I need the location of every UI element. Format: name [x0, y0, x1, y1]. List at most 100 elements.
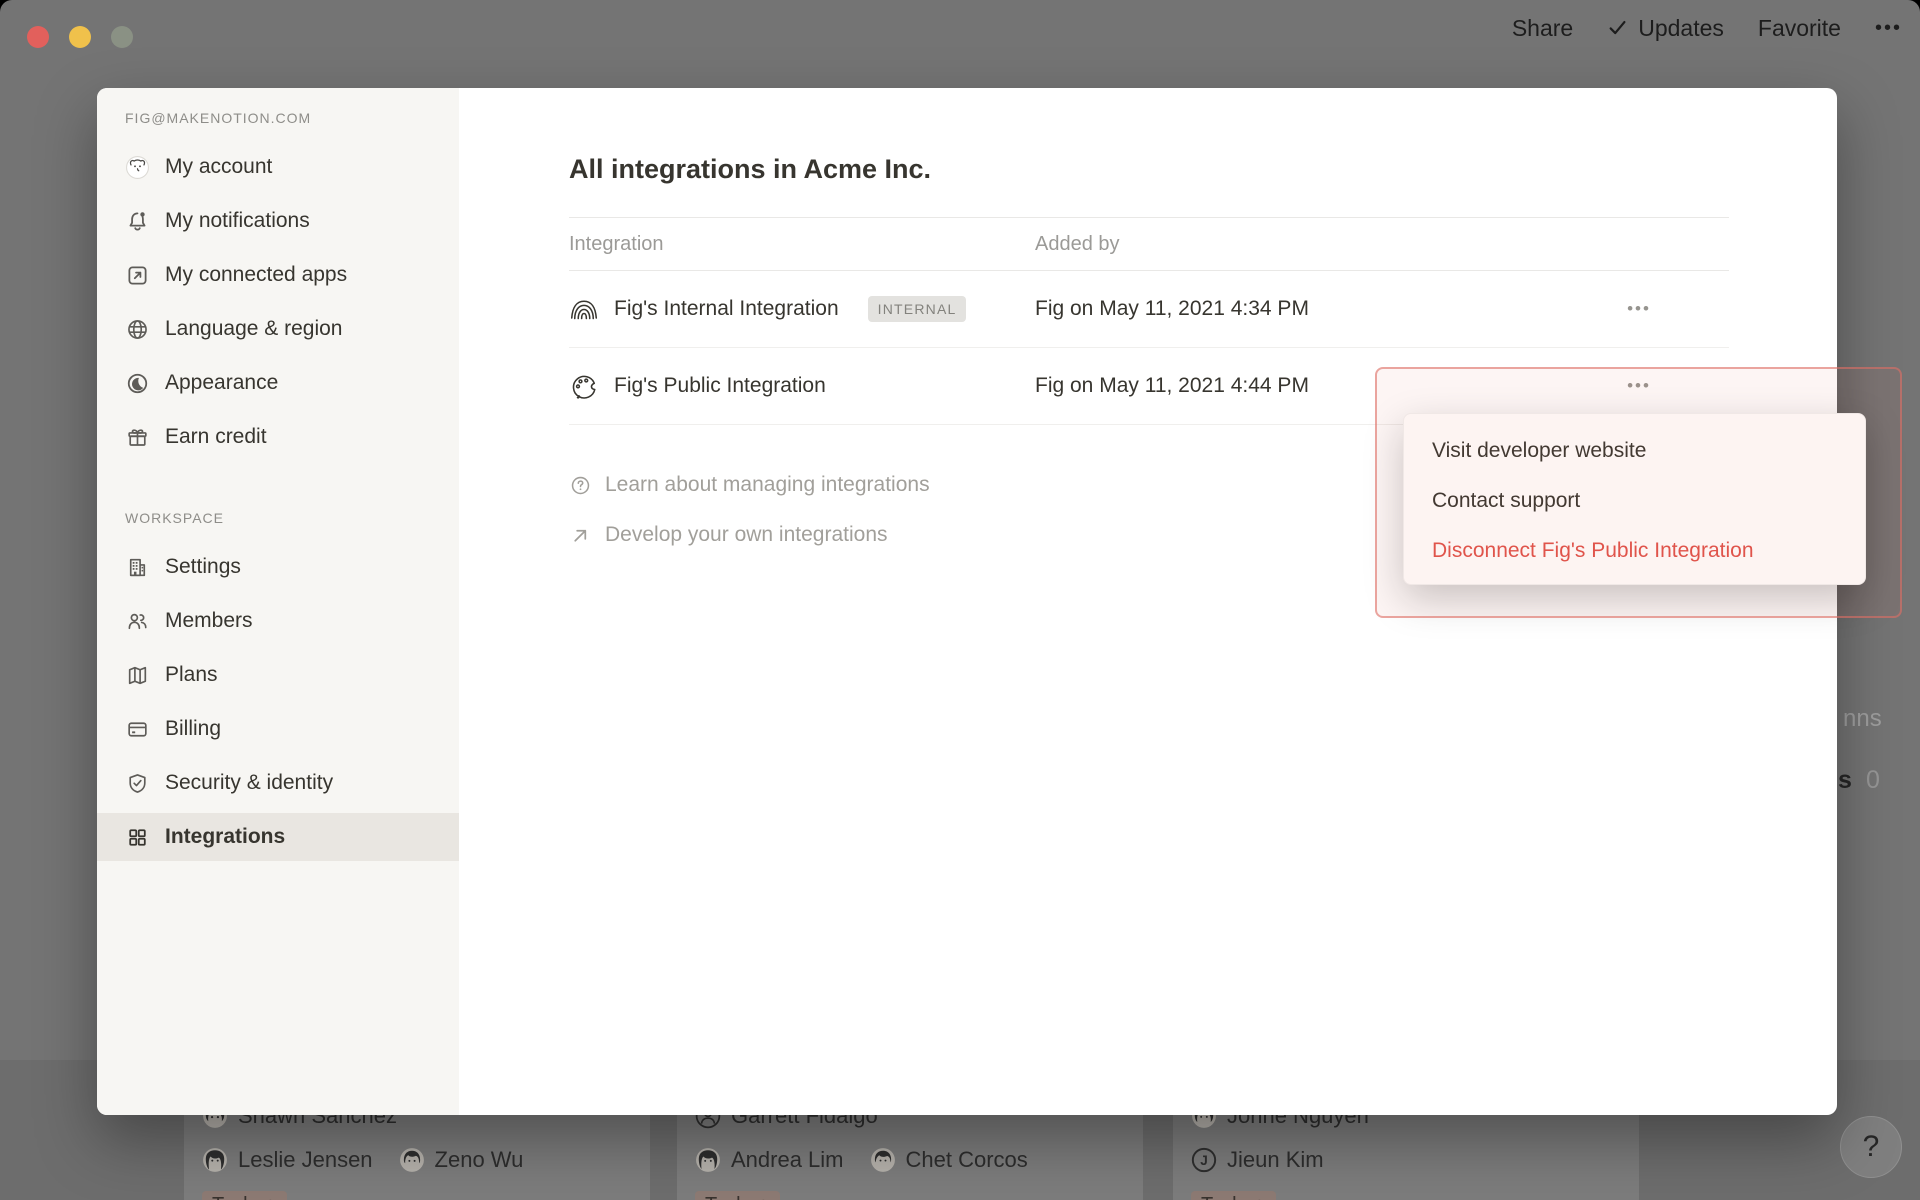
sidebar-item-my-notifications[interactable]: My notifications [97, 194, 459, 248]
sidebar-item-settings[interactable]: Settings [97, 540, 459, 594]
sidebar-item-language-region[interactable]: Language & region [97, 302, 459, 356]
task-tag: Task [695, 1191, 780, 1200]
minimize-window-button[interactable] [69, 26, 91, 48]
internal-badge: INTERNAL [868, 296, 967, 322]
sidebar-item-label: Language & region [165, 317, 343, 341]
titlebar-actions: Share Updates Favorite ••• [1512, 0, 1902, 56]
added-by-value: Fig on May 11, 2021 4:34 PM [1035, 297, 1549, 321]
account-email-heading: FIG@MAKENOTION.COM [125, 110, 459, 126]
help-button[interactable]: ? [1840, 1116, 1902, 1178]
sidebar-item-my-account[interactable]: My account [97, 140, 459, 194]
settings-sidebar: FIG@MAKENOTION.COM My account My notific… [97, 88, 459, 1115]
background-text-fragment: nns [1843, 705, 1882, 733]
person-avatar [870, 1147, 896, 1173]
card-assignee-row: J Jieun Kim [1191, 1147, 1621, 1173]
workspace-heading: WORKSPACE [125, 510, 459, 526]
integrations-panel: All integrations in Acme Inc. Integratio… [459, 88, 1837, 1115]
task-tag: Task [1191, 1191, 1276, 1200]
help-circle-icon [569, 474, 592, 497]
sidebar-item-label: Members [165, 609, 253, 633]
task-tag-label: Task [705, 1194, 746, 1200]
task-tag-label: Task [1201, 1194, 1242, 1200]
card-assignee-row: Andrea Lim Chet Corcos [695, 1147, 1125, 1173]
task-tag-label: Task [212, 1194, 253, 1200]
sidebar-item-billing[interactable]: Billing [97, 702, 459, 756]
shield-check-icon [125, 771, 150, 796]
sidebar-item-label: Plans [165, 663, 218, 687]
updates-label: Updates [1638, 15, 1724, 42]
integrations-table: Integration Added by Fig's Internal Inte… [569, 217, 1729, 425]
menu-item-contact-support[interactable]: Contact support [1404, 476, 1865, 526]
develop-integrations-link[interactable]: Develop your own integrations [569, 510, 930, 560]
svg-text:J: J [1200, 1153, 1208, 1168]
learn-managing-integrations-link[interactable]: Learn about managing integrations [569, 460, 930, 510]
sidebar-item-label: My connected apps [165, 263, 347, 287]
sidebar-item-label: Appearance [165, 371, 278, 395]
card-assignee-row: Leslie Jensen Zeno Wu [202, 1147, 632, 1173]
sidebar-item-label: My account [165, 155, 272, 179]
initial-avatar: J [1191, 1147, 1217, 1173]
building-icon [125, 555, 150, 580]
sidebar-item-label: Security & identity [165, 771, 333, 795]
background-text-fragment: s [1838, 766, 1852, 795]
arcs-doodle-icon [569, 294, 599, 324]
zoom-window-button[interactable] [111, 26, 133, 48]
people-icon [125, 609, 150, 634]
traffic-lights [27, 26, 133, 48]
arrow-up-right-icon [569, 524, 592, 547]
favorite-button[interactable]: Favorite [1758, 15, 1841, 42]
menu-item-disconnect-integration[interactable]: Disconnect Fig's Public Integration [1404, 526, 1865, 576]
sidebar-item-label: Integrations [165, 825, 285, 849]
hammer-icon [752, 1197, 770, 1200]
palette-doodle-icon [569, 371, 599, 401]
background-count-fragment: 0 [1866, 766, 1880, 795]
globe-icon [125, 317, 150, 342]
person-name: Chet Corcos [906, 1147, 1028, 1173]
arrow-out-box-icon [125, 263, 150, 288]
integration-context-menu: Visit developer website Contact support … [1403, 413, 1866, 585]
link-label: Learn about managing integrations [605, 473, 930, 497]
menu-item-visit-developer-website[interactable]: Visit developer website [1404, 426, 1865, 476]
added-by-value: Fig on May 11, 2021 4:44 PM [1035, 374, 1549, 398]
row-more-options-button[interactable]: ••• [1549, 376, 1729, 396]
link-label: Develop your own integrations [605, 523, 888, 547]
person-name: Jieun Kim [1227, 1147, 1324, 1173]
sidebar-item-label: Earn credit [165, 425, 267, 449]
person-avatar [399, 1147, 425, 1173]
notion-window: Share Updates Favorite ••• Shawn Sanchez… [0, 0, 1920, 1200]
integration-name: Fig's Public Integration [614, 374, 826, 398]
person-avatar [202, 1147, 228, 1173]
credit-card-icon [125, 717, 150, 742]
column-header-added-by: Added by [1035, 233, 1549, 256]
close-window-button[interactable] [27, 26, 49, 48]
row-more-options-button[interactable]: ••• [1549, 299, 1729, 319]
table-header-row: Integration Added by [569, 217, 1729, 271]
person-name: Andrea Lim [731, 1147, 844, 1173]
moon-icon [125, 371, 150, 396]
settings-dialog: FIG@MAKENOTION.COM My account My notific… [97, 88, 1837, 1115]
sidebar-item-security-identity[interactable]: Security & identity [97, 756, 459, 810]
hammer-icon [259, 1197, 277, 1200]
window-more-options-button[interactable]: ••• [1875, 17, 1902, 40]
hammer-icon [1248, 1197, 1266, 1200]
person-name: Zeno Wu [435, 1147, 524, 1173]
sidebar-item-earn-credit[interactable]: Earn credit [97, 410, 459, 464]
avatar-icon [125, 155, 150, 180]
sidebar-item-my-connected-apps[interactable]: My connected apps [97, 248, 459, 302]
updates-button[interactable]: Updates [1607, 15, 1724, 42]
sidebar-item-plans[interactable]: Plans [97, 648, 459, 702]
page-title: All integrations in Acme Inc. [569, 154, 931, 185]
footer-links: Learn about managing integrations Develo… [569, 460, 930, 560]
gift-icon [125, 425, 150, 450]
map-icon [125, 663, 150, 688]
window-titlebar: Share Updates Favorite ••• [0, 0, 1920, 56]
column-header-integration: Integration [569, 233, 1035, 256]
bell-icon [125, 209, 150, 234]
sidebar-item-appearance[interactable]: Appearance [97, 356, 459, 410]
person-avatar [695, 1147, 721, 1173]
integration-name: Fig's Internal Integration [614, 297, 839, 321]
sidebar-item-label: Billing [165, 717, 221, 741]
sidebar-item-integrations[interactable]: Integrations [97, 813, 459, 861]
share-button[interactable]: Share [1512, 15, 1573, 42]
sidebar-item-members[interactable]: Members [97, 594, 459, 648]
